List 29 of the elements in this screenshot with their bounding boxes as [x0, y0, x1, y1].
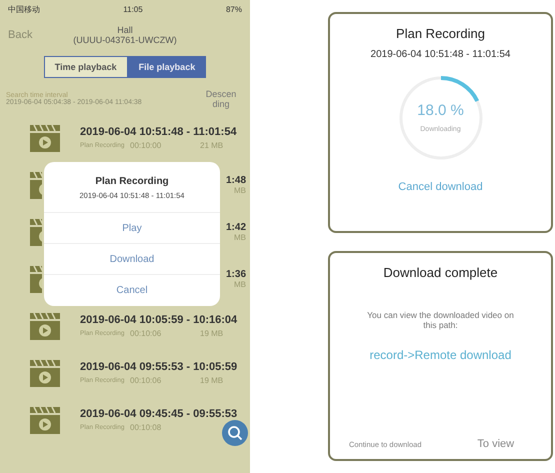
dialog-title: Plan Recording [95, 176, 169, 187]
dialog-message: You can view the downloaded video on this path: [366, 310, 515, 330]
device-name: Hall [117, 25, 133, 35]
device-id: (UUUU-043761-UWCZW) [73, 35, 177, 45]
recording-size: MB [234, 186, 246, 194]
dialog-title: Plan Recording [396, 26, 485, 41]
carrier-label: 中国移动 [8, 4, 40, 14]
recording-size: 19 MB [200, 328, 224, 338]
dialog-title: Download complete [383, 265, 498, 280]
recording-time: 2019-06-04 09:55:53 - 10:05:59 [80, 360, 238, 372]
battery-label: 87% [226, 4, 242, 14]
recording-time: 2019-06-04 10:51:48 - 11:01:54 [80, 126, 238, 138]
recording-duration: 00:10:06 [130, 328, 162, 338]
progress-percent: 18.0 % [416, 102, 465, 119]
dialog-time: 2019-06-04 10:51:48 - 11:01:54 [370, 49, 510, 60]
recording-time: 1:36 [226, 268, 246, 280]
download-path: record->Remote download [370, 348, 512, 362]
recording-time: 2019-06-04 09:45:45 - 09:55:53 [80, 408, 238, 420]
recording-duration: 00:10:08 [130, 422, 162, 432]
recording-time: 1:42 [226, 222, 246, 232]
clock: 11:05 [123, 4, 143, 14]
recording-duration: 00:10:06 [130, 376, 162, 384]
recording-duration: 00:10:00 [130, 140, 162, 150]
recording-size: 19 MB [200, 376, 224, 384]
recording-size: MB [234, 280, 246, 288]
recording-time: 2019-06-04 10:05:59 - 10:16:04 [80, 314, 238, 326]
recording-size: MB [234, 232, 246, 242]
recording-size: 21 MB [200, 140, 224, 150]
recording-time: 1:48 [226, 174, 246, 186]
